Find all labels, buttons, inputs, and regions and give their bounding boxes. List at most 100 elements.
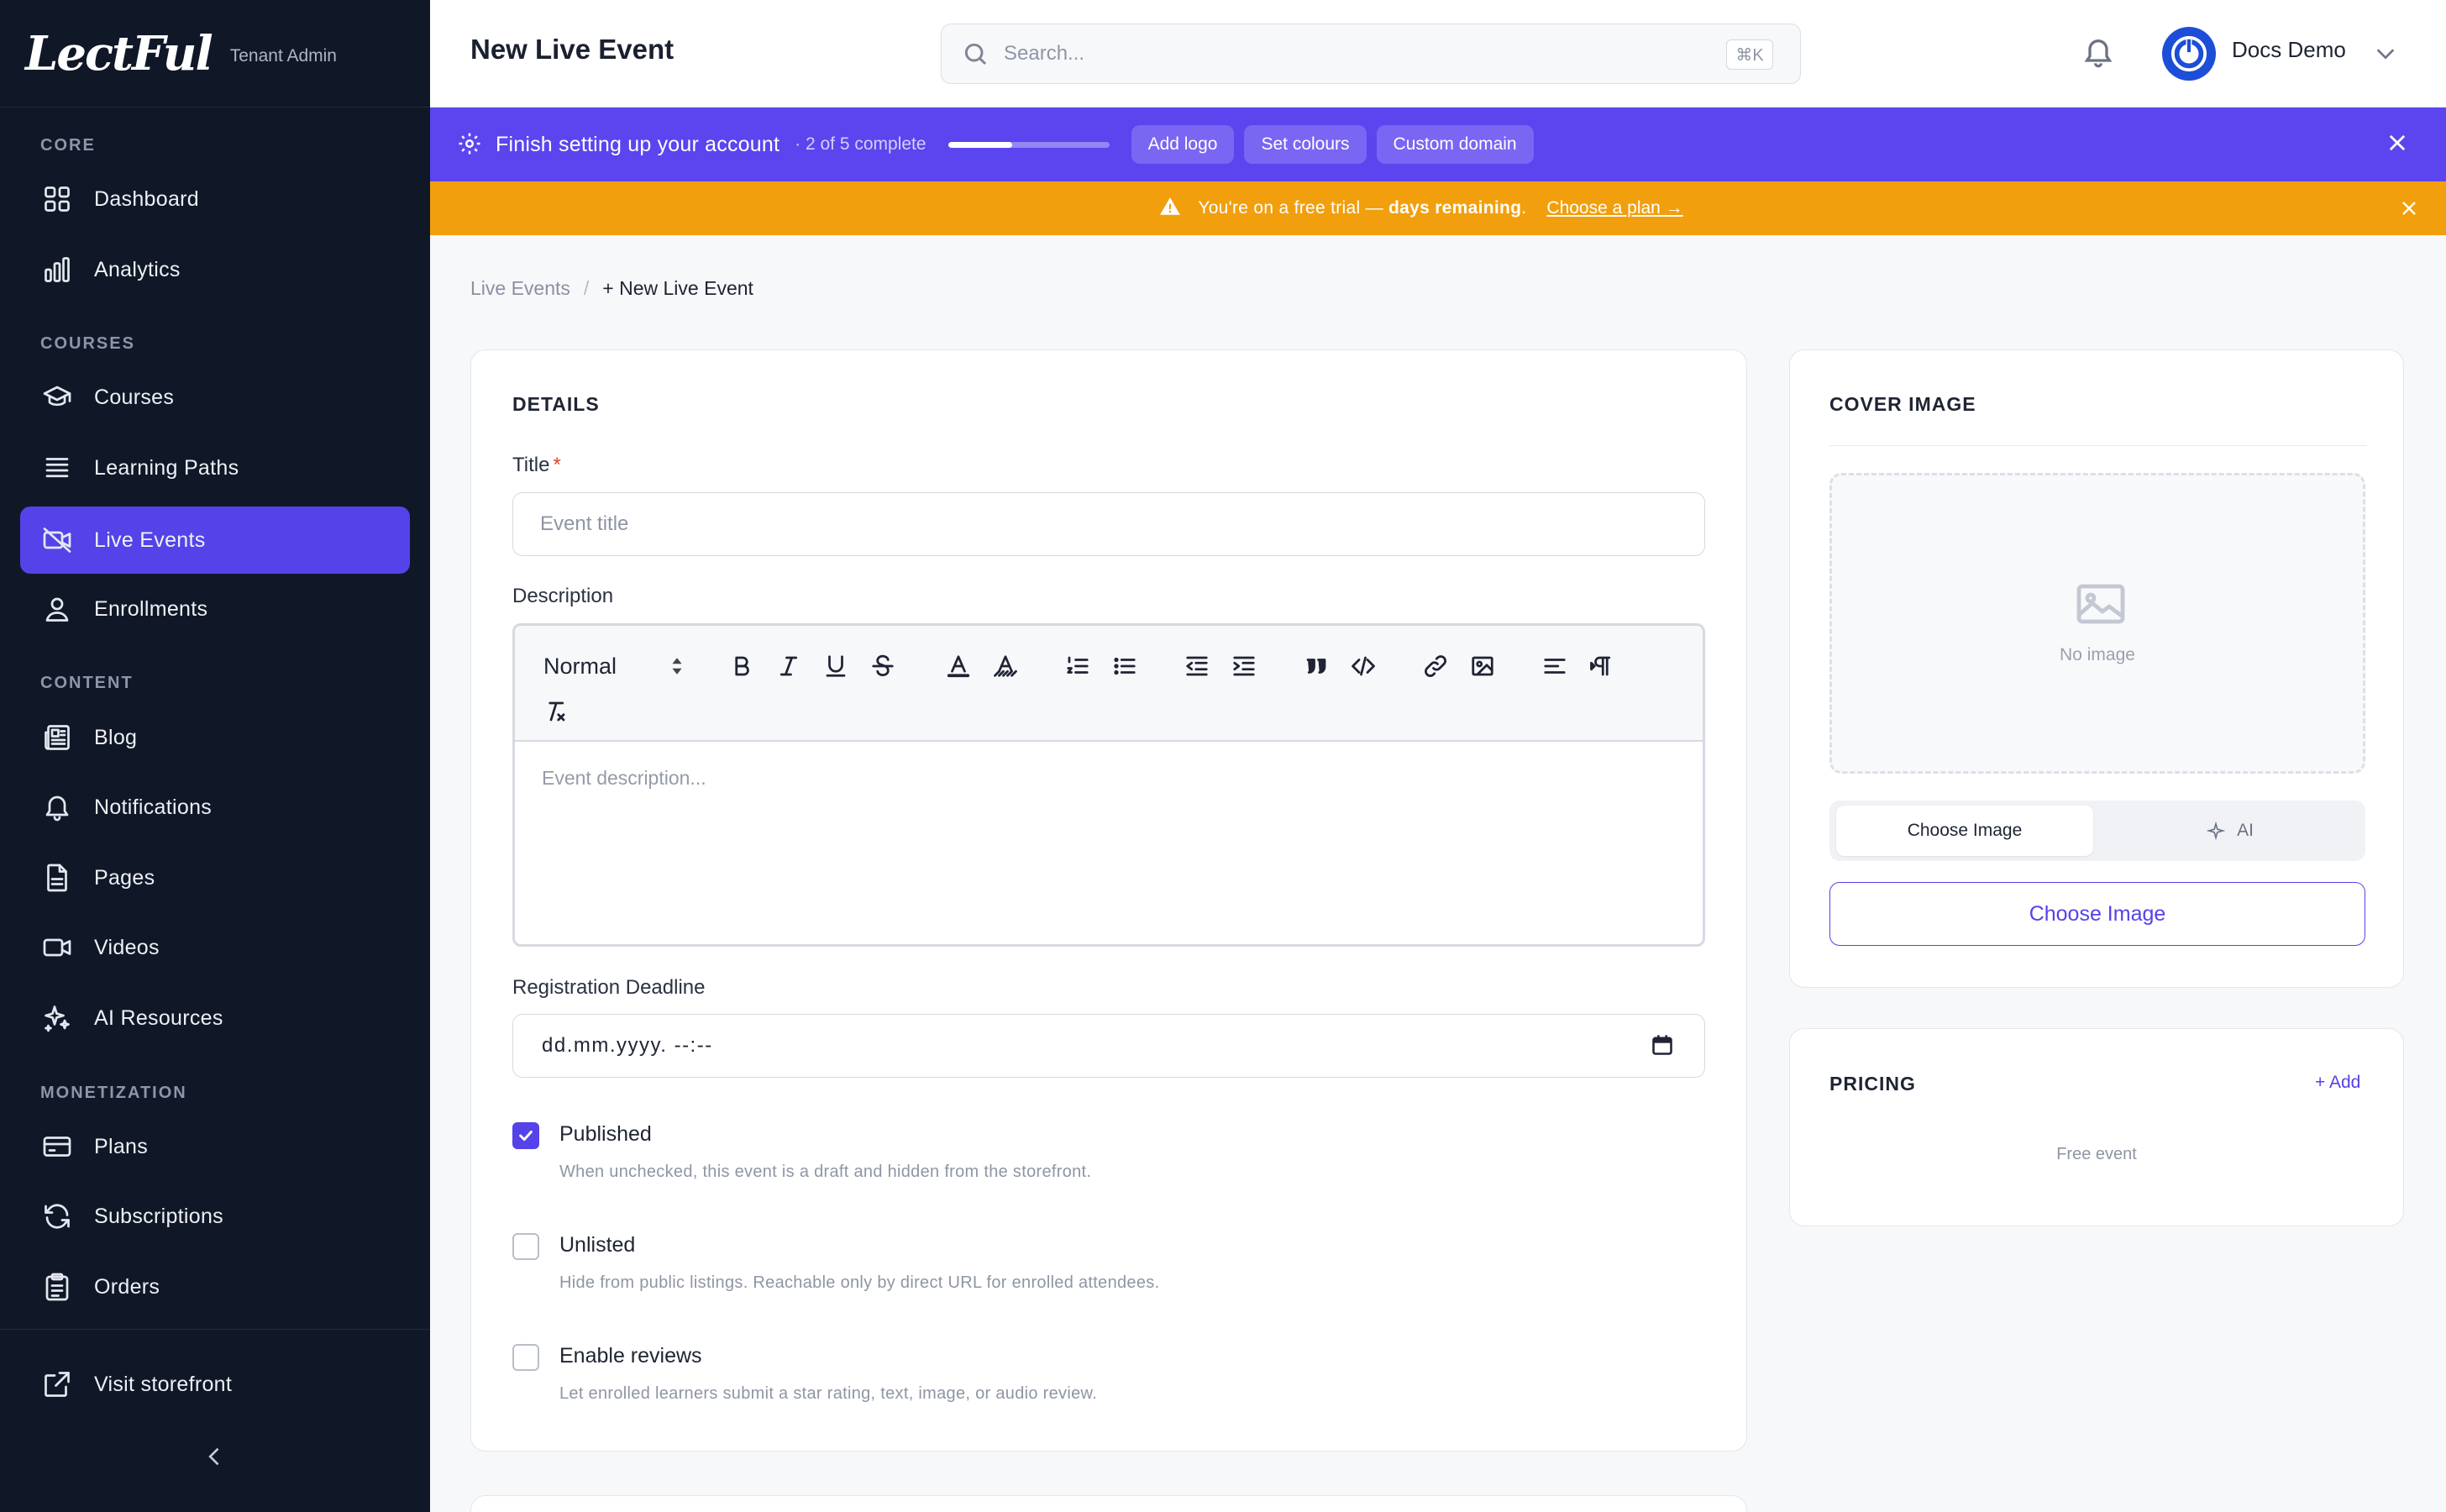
sidebar-item-pages[interactable]: Pages [20, 844, 410, 911]
sidebar-item-ai-resources[interactable]: AI Resources [20, 984, 410, 1052]
bullet-list-icon [1114, 657, 1136, 675]
trial-text-prefix: You're on a free trial — [1198, 198, 1388, 218]
set-colours-button[interactable]: Set colours [1244, 125, 1367, 164]
sidebar-item-dashboard[interactable]: Dashboard [20, 165, 410, 233]
close-trial-banner-button[interactable] [2399, 198, 2422, 222]
strikethrough-button[interactable] [866, 649, 900, 683]
sidebar-item-label: Analytics [94, 257, 181, 281]
collapse-sidebar-button[interactable] [198, 1440, 232, 1473]
indent-button[interactable] [1227, 649, 1261, 683]
sidebar-item-notifications[interactable]: Notifications [20, 774, 410, 841]
sidebar-item-label: Enrollments [94, 596, 208, 621]
description-label: Description [512, 585, 614, 607]
custom-domain-button[interactable]: Custom domain [1376, 125, 1534, 164]
no-image-text: No image [2060, 645, 2135, 664]
breadcrumb-live-events[interactable]: Live Events [470, 277, 570, 300]
ordered-list-button[interactable] [1061, 649, 1094, 683]
background-color-button[interactable] [989, 649, 1022, 683]
title-input[interactable] [512, 492, 1705, 556]
bell-icon [2084, 39, 2113, 68]
text-color-button[interactable] [942, 649, 975, 683]
breadcrumb: Live Events / + New Live Event [470, 277, 753, 300]
italic-button[interactable] [772, 649, 806, 683]
sidebar-item-videos[interactable]: Videos [20, 914, 410, 981]
sidebar-item-subscriptions[interactable]: Subscriptions [20, 1183, 410, 1250]
search-box[interactable]: ⌘K [941, 24, 1801, 84]
graduation-cap-icon [40, 381, 74, 414]
visit-storefront-link[interactable]: Visit storefront [20, 1351, 410, 1418]
setup-banner: Finish setting up your account · 2 of 5 … [430, 108, 2446, 181]
text-direction-button[interactable] [1585, 649, 1619, 683]
chevron-left-icon [208, 1447, 219, 1466]
highlight-icon [994, 655, 1017, 677]
code-block-button[interactable] [1346, 649, 1380, 683]
link-button[interactable] [1419, 649, 1452, 683]
close-setup-banner-button[interactable] [2386, 131, 2412, 158]
format-select[interactable]: Normal [543, 651, 686, 681]
image-icon [1472, 656, 1493, 676]
tab-choose-image[interactable]: Choose Image [1836, 806, 2093, 856]
enable-reviews-label: Enable reviews [559, 1344, 702, 1368]
setup-progress-text: · 2 of 5 complete [795, 134, 926, 154]
calendar-icon[interactable] [1651, 1033, 1676, 1058]
sidebar-item-label: Orders [94, 1274, 160, 1299]
add-price-button[interactable]: + Add [2315, 1073, 2360, 1093]
avatar[interactable] [2162, 27, 2216, 81]
user-name[interactable]: Docs Demo [2232, 37, 2346, 63]
bold-button[interactable] [725, 649, 758, 683]
align-button[interactable] [1538, 649, 1572, 683]
brand-logo[interactable]: LectFul [25, 26, 213, 81]
blockquote-button[interactable] [1299, 649, 1333, 683]
tab-ai[interactable]: AI [2102, 806, 2359, 856]
select-arrows-icon [669, 654, 685, 682]
published-checkbox[interactable] [512, 1122, 539, 1149]
cover-image-dropzone[interactable]: No image [1829, 473, 2365, 774]
setup-progress-bar [947, 141, 1110, 148]
bold-icon [735, 656, 749, 676]
choose-image-button[interactable]: Choose Image [1829, 882, 2365, 946]
outdent-button[interactable] [1180, 649, 1214, 683]
ordered-list-icon [1067, 656, 1089, 674]
underline-button[interactable] [819, 649, 853, 683]
choose-plan-link[interactable]: Choose a plan → [1546, 198, 1682, 218]
text-color-icon [947, 655, 970, 678]
sidebar-item-enrollments[interactable]: Enrollments [20, 575, 410, 643]
search-input[interactable] [1004, 42, 1726, 66]
sidebar-item-plans[interactable]: Plans [20, 1113, 410, 1180]
code-icon [1352, 656, 1375, 676]
external-link-icon [40, 1368, 74, 1401]
setup-banner-text: Finish setting up your account [496, 132, 780, 156]
clear-formatting-button[interactable] [538, 695, 572, 728]
notifications-button[interactable] [2081, 35, 2118, 72]
link-icon [1425, 655, 1446, 677]
cover-image-heading: COVER IMAGE [1829, 393, 1976, 415]
sidebar-item-analytics[interactable]: Analytics [20, 236, 410, 303]
dashboard-grid-icon [40, 182, 74, 216]
sidebar-item-orders[interactable]: Orders [20, 1253, 410, 1320]
trial-text-bold: days remaining [1388, 198, 1522, 218]
sidebar-item-learning-paths[interactable]: Learning Paths [20, 434, 410, 501]
unlisted-checkbox[interactable] [512, 1233, 539, 1260]
unlisted-label: Unlisted [559, 1233, 636, 1257]
underline-icon [826, 655, 846, 677]
sidebar-item-live-events[interactable]: Live Events [20, 507, 410, 574]
sparkle-icon [2207, 822, 2226, 840]
insert-image-button[interactable] [1466, 649, 1499, 683]
user-menu-toggle[interactable] [2374, 42, 2399, 67]
enable-reviews-checkbox[interactable] [512, 1344, 539, 1371]
description-placeholder[interactable]: Event description... [542, 767, 706, 790]
bell-icon [40, 790, 74, 824]
sidebar-divider [0, 1329, 430, 1330]
breadcrumb-current: + New Live Event [602, 277, 753, 299]
sidebar-item-blog[interactable]: Blog [20, 704, 410, 771]
sidebar-item-courses[interactable]: Courses [20, 364, 410, 431]
required-marker: * [553, 454, 561, 476]
deadline-input[interactable]: dd.mm.yyyy. --:-- [512, 1014, 1705, 1078]
image-placeholder-icon [2076, 583, 2126, 625]
bullet-list-button[interactable] [1108, 649, 1142, 683]
free-event-text: Free event [2056, 1145, 2137, 1163]
enable-reviews-help: Let enrolled learners submit a star rati… [559, 1384, 1097, 1403]
format-select-value: Normal [543, 653, 617, 679]
editor-toolbar: Normal [515, 626, 1703, 742]
add-logo-button[interactable]: Add logo [1131, 125, 1235, 164]
